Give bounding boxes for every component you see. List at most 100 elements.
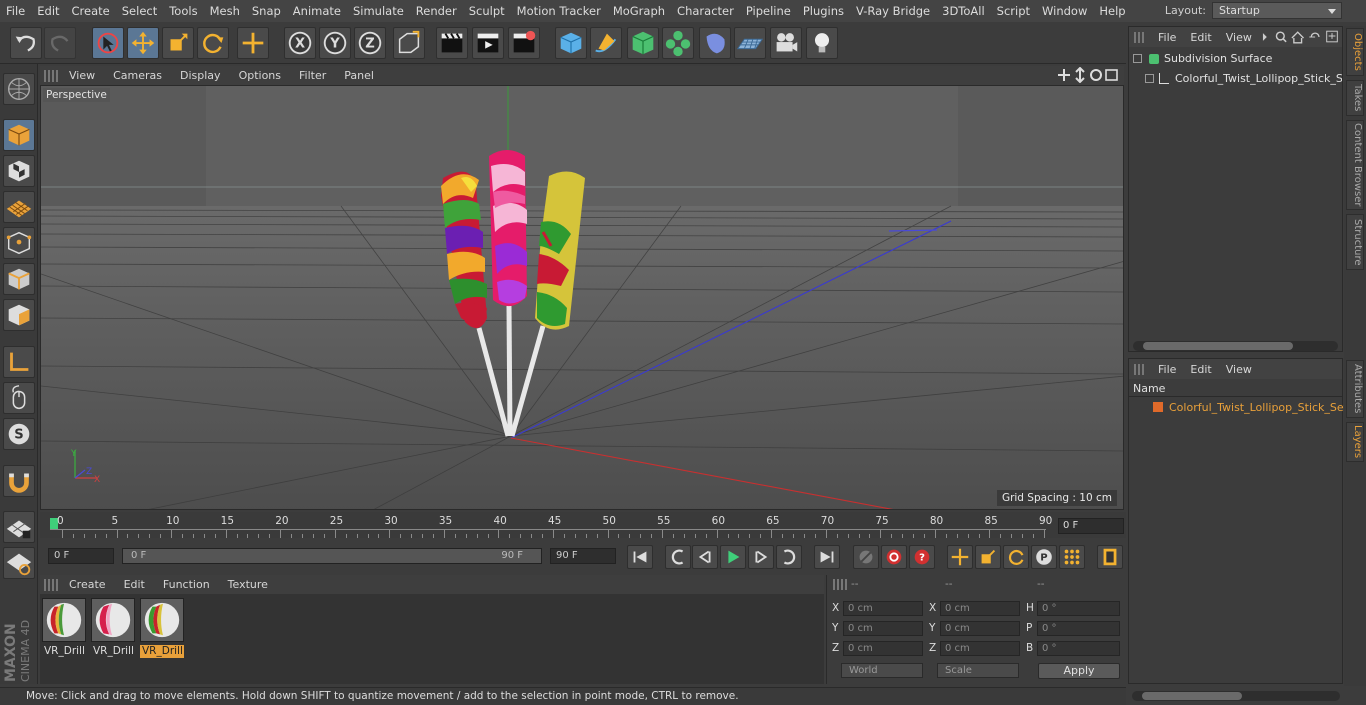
light-button[interactable]	[806, 27, 838, 59]
material-menu-function[interactable]: Function	[154, 578, 219, 591]
tab-takes[interactable]: Takes	[1346, 80, 1364, 116]
magnet-button[interactable]	[3, 465, 35, 497]
layer-row[interactable]: Colorful_Twist_Lollipop_Stick_Set	[1129, 399, 1348, 416]
render-picture-viewer-button[interactable]	[472, 27, 504, 59]
viewport-nav-icons[interactable]	[1056, 67, 1120, 83]
timeline-ruler[interactable]: 0 5 10 15 20 25 30 35 40 45 50 55 60 65 70 75 80 85 90	[40, 512, 1126, 538]
material-menu-edit[interactable]: Edit	[115, 578, 154, 591]
key-parameter-button[interactable]: P	[1031, 545, 1057, 569]
pos-x-field[interactable]: 0 cm	[843, 601, 923, 616]
live-selection-button[interactable]	[92, 27, 124, 59]
perspective-viewport[interactable]: Y Z X Perspective Grid Spacing : 10 cm	[40, 85, 1124, 510]
size-mode-dropdown[interactable]: Scale	[937, 663, 1019, 678]
menu-tools[interactable]: Tools	[163, 0, 203, 22]
expand-toggle-icon[interactable]	[1145, 74, 1154, 83]
autokeying-button[interactable]	[881, 545, 907, 569]
coordinate-space-dropdown[interactable]: World	[841, 663, 923, 678]
scale-tool-button[interactable]	[162, 27, 194, 59]
material-swatch-1[interactable]: VR_Drill	[42, 598, 86, 657]
objects-menu-edit[interactable]: Edit	[1183, 31, 1218, 44]
pen-spline-button[interactable]	[590, 27, 622, 59]
menu-character[interactable]: Character	[671, 0, 740, 22]
deformer-button[interactable]	[699, 27, 731, 59]
size-y-field[interactable]: 0 cm	[940, 621, 1020, 636]
cube-button[interactable]	[555, 27, 587, 59]
tweak-mode-button[interactable]	[3, 382, 35, 414]
cloner-button[interactable]	[662, 27, 694, 59]
redo-button[interactable]	[44, 27, 76, 59]
menu-snap[interactable]: Snap	[246, 0, 287, 22]
menu-select[interactable]: Select	[116, 0, 163, 22]
menu-script[interactable]: Script	[991, 0, 1036, 22]
layer-color-swatch[interactable]	[1153, 402, 1163, 412]
undo-button[interactable]	[10, 27, 42, 59]
go-to-start-button[interactable]	[627, 545, 653, 569]
coordinate-system-button[interactable]	[393, 27, 425, 59]
render-settings-button[interactable]	[508, 27, 540, 59]
menu-animate[interactable]: Animate	[287, 0, 347, 22]
viewport-menu-panel[interactable]: Panel	[335, 69, 383, 82]
x-axis-button[interactable]: X	[284, 27, 316, 59]
rot-b-field[interactable]: 0 °	[1037, 641, 1120, 656]
layer-manager-hscrollbar[interactable]	[1132, 691, 1340, 701]
layers-menu-file[interactable]: File	[1151, 363, 1183, 376]
size-x-field[interactable]: 0 cm	[940, 601, 1020, 616]
timeline-window-button[interactable]	[1097, 545, 1123, 569]
apply-button[interactable]: Apply	[1038, 663, 1120, 679]
menu-vray-bridge[interactable]: V-Ray Bridge	[850, 0, 936, 22]
menu-mesh[interactable]: Mesh	[204, 0, 246, 22]
snap-button[interactable]: S	[3, 418, 35, 450]
objects-menu-file[interactable]: File	[1151, 31, 1183, 44]
menu-file[interactable]: File	[0, 0, 31, 22]
viewport-menu-cameras[interactable]: Cameras	[104, 69, 171, 82]
key-pla-button[interactable]	[1059, 545, 1085, 569]
key-scale-button[interactable]	[975, 545, 1001, 569]
viewport-menu-view[interactable]: View	[60, 69, 104, 82]
menu-create[interactable]: Create	[66, 0, 116, 22]
floor-button[interactable]	[734, 27, 766, 59]
record-keys-button[interactable]	[853, 545, 879, 569]
tab-layers[interactable]: Layers	[1346, 422, 1364, 462]
menu-motion-tracker[interactable]: Motion Tracker	[511, 0, 607, 22]
points-mode-button[interactable]	[3, 227, 35, 259]
subdivision-surface-button[interactable]	[627, 27, 659, 59]
rot-p-field[interactable]: 0 °	[1037, 621, 1120, 636]
keyframe-selection-button[interactable]: ?	[909, 545, 935, 569]
pos-y-field[interactable]: 0 cm	[843, 621, 923, 636]
object-row-subdivision[interactable]: Subdivision Surface	[1129, 49, 1342, 69]
y-axis-button[interactable]: Y	[319, 27, 351, 59]
menu-edit[interactable]: Edit	[31, 0, 65, 22]
menu-window[interactable]: Window	[1036, 0, 1093, 22]
tab-structure[interactable]: Structure	[1346, 214, 1364, 270]
menu-plugins[interactable]: Plugins	[797, 0, 850, 22]
menu-mograph[interactable]: MoGraph	[607, 0, 671, 22]
size-z-field[interactable]: 0 cm	[940, 641, 1020, 656]
start-frame-field[interactable]: 0 F	[48, 548, 114, 564]
scroll-thumb[interactable]	[1143, 342, 1293, 350]
tab-objects[interactable]: Objects	[1346, 28, 1364, 76]
axis-mode-button[interactable]	[3, 346, 35, 378]
objects-menu-view[interactable]: View	[1219, 31, 1259, 44]
object-manager-scrollbar[interactable]	[1133, 341, 1338, 351]
viewport-menu-display[interactable]: Display	[171, 69, 230, 82]
menu-render[interactable]: Render	[410, 0, 463, 22]
viewport-menu-filter[interactable]: Filter	[290, 69, 335, 82]
move-tool-button[interactable]	[127, 27, 159, 59]
layout-select[interactable]: Startup	[1212, 2, 1342, 19]
menu-simulate[interactable]: Simulate	[347, 0, 410, 22]
current-frame-field[interactable]: 0 F	[1058, 518, 1124, 534]
end-frame-field[interactable]: 90 F	[550, 548, 616, 564]
recent-tool-button[interactable]	[237, 27, 269, 59]
menu-sculpt[interactable]: Sculpt	[463, 0, 511, 22]
material-menu-create[interactable]: Create	[60, 578, 115, 591]
material-menu-texture[interactable]: Texture	[219, 578, 277, 591]
render-view-button[interactable]	[436, 27, 468, 59]
material-swatch-3[interactable]: VR_Drill	[140, 598, 184, 658]
rotate-tool-button[interactable]	[197, 27, 229, 59]
layers-menu-view[interactable]: View	[1219, 363, 1259, 376]
scroll-thumb[interactable]	[1142, 692, 1242, 700]
z-axis-button[interactable]: Z	[354, 27, 386, 59]
workplane-mode-button[interactable]	[3, 191, 35, 223]
object-row-lollipop-set[interactable]: Colorful_Twist_Lollipop_Stick_Set	[1129, 69, 1342, 89]
make-editable-button[interactable]	[3, 73, 35, 105]
